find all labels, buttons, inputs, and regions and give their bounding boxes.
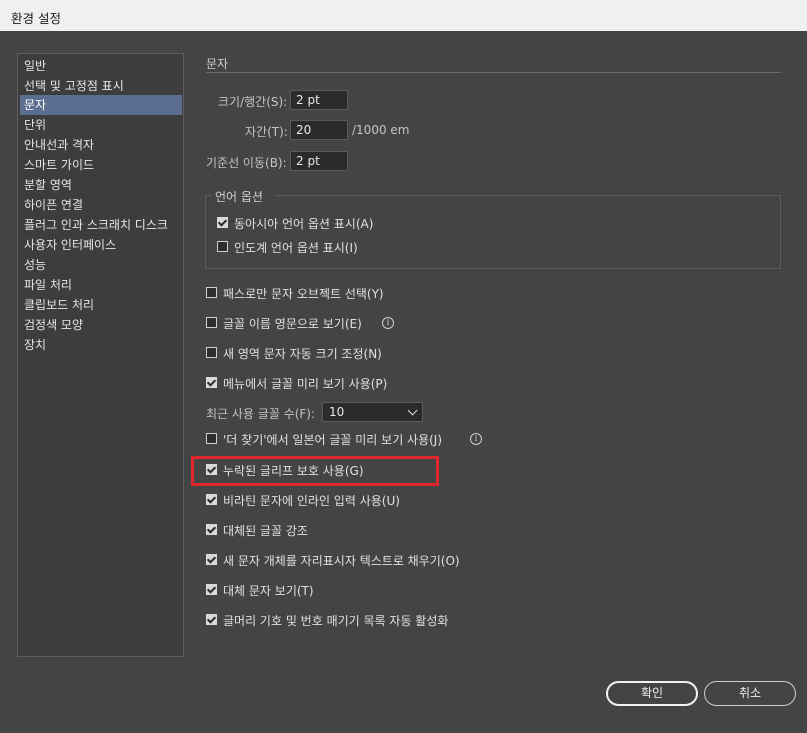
language-options-title: 언어 옵션	[215, 190, 263, 204]
baseline-shift-input[interactable]	[290, 151, 348, 171]
section-title: 문자	[206, 57, 229, 71]
auto-bullets-checkbox[interactable]	[206, 614, 217, 625]
japanese-font-preview-label: '더 찾기'에서 일본어 글꼴 미리 보기 사용(J)	[223, 433, 443, 447]
font-preview-label: 메뉴에서 글꼴 미리 보기 사용(P)	[223, 377, 388, 391]
show-alternate-glyphs-checkbox[interactable]	[206, 584, 217, 595]
show-alternate-glyphs-label: 대체 문자 보기(T)	[223, 584, 314, 598]
section-divider	[206, 72, 781, 73]
sidebar-item-hyphenation[interactable]: 하이픈 연결	[20, 195, 182, 215]
sidebar-item-plugins[interactable]: 플러그 인과 스크래치 디스크	[20, 215, 182, 235]
ok-button[interactable]: 확인	[606, 681, 698, 706]
auto-size-area-type-label: 새 영역 문자 자동 크기 조정(N)	[223, 347, 382, 361]
placeholder-text-checkbox[interactable]	[206, 554, 217, 565]
info-icon[interactable]: i	[470, 433, 482, 445]
auto-size-area-type-checkbox[interactable]	[206, 347, 217, 358]
sidebar-item-selection[interactable]: 선택 및 고정점 표시	[20, 76, 182, 96]
sidebar-item-user-interface[interactable]: 사용자 인터페이스	[20, 235, 182, 255]
sidebar-item-slices[interactable]: 분할 영역	[20, 175, 182, 195]
chevron-down-icon	[407, 405, 418, 416]
recent-fonts-value: 10	[329, 405, 345, 419]
highlight-box	[191, 456, 439, 486]
indic-options-checkbox[interactable]	[217, 241, 228, 252]
baseline-shift-label: 기준선 이동(B):	[206, 156, 287, 170]
recent-fonts-select[interactable]: 10	[322, 402, 423, 422]
highlight-substituted-fonts-label: 대체된 글꼴 강조	[223, 524, 308, 538]
category-list[interactable]: 일반 선택 및 고정점 표시 문자 단위 안내선과 격자 스마트 가이드 분할 …	[17, 53, 184, 657]
font-preview-checkbox[interactable]	[206, 377, 217, 388]
sidebar-item-performance[interactable]: 성능	[20, 255, 182, 275]
tracking-input[interactable]	[290, 120, 348, 140]
inline-input-checkbox[interactable]	[206, 494, 217, 505]
sidebar-item-type[interactable]: 문자	[20, 95, 182, 115]
sidebar-item-units[interactable]: 단위	[20, 115, 182, 135]
font-names-english-label: 글꼴 이름 영문으로 보기(E)	[223, 317, 362, 331]
sidebar-item-black-appearance[interactable]: 검정색 모양	[20, 315, 182, 335]
recent-fonts-label: 최근 사용 글꼴 수(F):	[206, 407, 316, 421]
select-by-path-checkbox[interactable]	[206, 287, 217, 298]
window-title: 환경 설정	[11, 11, 61, 26]
indic-options-label: 인도계 언어 옵션 표시(I)	[234, 241, 358, 255]
auto-bullets-label: 글머리 기호 및 번호 매기기 목록 자동 활성화	[223, 614, 449, 628]
highlight-substituted-fonts-checkbox[interactable]	[206, 524, 217, 535]
info-icon[interactable]: i	[382, 317, 394, 329]
sidebar-item-guides-grid[interactable]: 안내선과 격자	[20, 135, 182, 155]
japanese-font-preview-checkbox[interactable]	[206, 433, 217, 444]
tracking-label: 자간(T):	[245, 125, 288, 139]
language-options-group	[205, 195, 781, 269]
sidebar-item-smart-guides[interactable]: 스마트 가이드	[20, 155, 182, 175]
sidebar-item-devices[interactable]: 장치	[20, 335, 182, 355]
east-asian-options-label: 동아시아 언어 옵션 표시(A)	[234, 217, 374, 231]
east-asian-options-checkbox[interactable]	[217, 217, 228, 228]
font-names-english-checkbox[interactable]	[206, 317, 217, 328]
tracking-unit: /1000 em	[352, 123, 410, 137]
title-bar: 환경 설정	[0, 0, 807, 31]
select-by-path-label: 패스로만 문자 오브젝트 선택(Y)	[223, 287, 384, 301]
sidebar-item-general[interactable]: 일반	[20, 56, 182, 76]
inline-input-label: 비라틴 문자에 인라인 입력 사용(U)	[223, 494, 400, 508]
size-leading-label: 크기/행간(S):	[218, 95, 288, 109]
sidebar-item-clipboard[interactable]: 클립보드 처리	[20, 295, 182, 315]
placeholder-text-label: 새 문자 개체를 자리표시자 텍스트로 채우기(O)	[223, 554, 460, 568]
cancel-button[interactable]: 취소	[704, 681, 796, 706]
size-leading-input[interactable]	[290, 90, 348, 110]
sidebar-item-file-handling[interactable]: 파일 처리	[20, 275, 182, 295]
